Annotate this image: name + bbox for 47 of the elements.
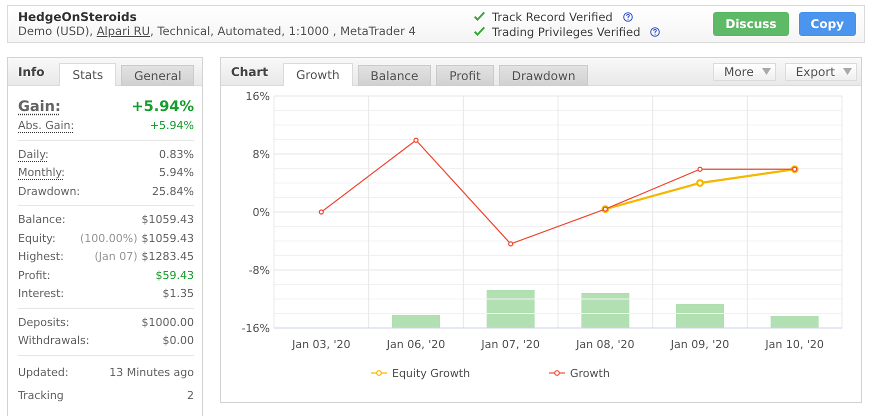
verification-label: Trading Privileges Verified bbox=[492, 24, 640, 38]
stat-label: Updated: bbox=[18, 364, 69, 380]
stat-label: Drawdown: bbox=[18, 184, 80, 200]
stat-label: Deposits: bbox=[18, 314, 70, 330]
stat-value: 5.94% bbox=[159, 165, 194, 181]
account-details: Demo (USD), Alpari RU, Technical, Automated, 1:1000 , MetaTrader 4 bbox=[18, 24, 417, 38]
stat-label: Daily: bbox=[18, 146, 49, 162]
stat-value: $59.43 bbox=[156, 268, 194, 284]
axis-label: 0% bbox=[252, 206, 270, 219]
axis-label: Jan 03, '20 bbox=[292, 338, 351, 351]
stat-value: 2 bbox=[187, 388, 194, 404]
stat-value: $1059.43 bbox=[142, 212, 194, 228]
axis-label: Jan 08, '20 bbox=[576, 338, 635, 351]
stat-note: (Jan 07) bbox=[94, 249, 138, 265]
verification-label: Track Record Verified bbox=[492, 10, 613, 24]
stat-label: Profit: bbox=[18, 268, 50, 284]
panel-title: Info bbox=[18, 64, 44, 78]
stat-value: $1.35 bbox=[162, 286, 194, 302]
stat-value: $1283.45 bbox=[142, 249, 194, 265]
stat-label: Tracking bbox=[18, 388, 64, 404]
stat-note: (100.00%) bbox=[80, 230, 138, 246]
system-title: HedgeOnSteroids bbox=[18, 10, 138, 24]
stat-value: +5.94% bbox=[132, 98, 194, 117]
stat-label: Highest: bbox=[18, 249, 64, 265]
stat-label: Interest: bbox=[18, 286, 64, 302]
axis-label: Jan 07, '20 bbox=[481, 338, 540, 351]
stat-label: Equity: bbox=[18, 230, 56, 246]
stat-label: Abs. Gain: bbox=[18, 118, 74, 134]
stat-value: $1000.00 bbox=[142, 314, 194, 330]
axis-label: Jan 06, '20 bbox=[386, 338, 446, 351]
stat-value: $0.00 bbox=[162, 333, 194, 349]
stat-value: $1059.43 bbox=[142, 230, 194, 246]
axis-label: 16% bbox=[246, 90, 270, 103]
axis-label: -8% bbox=[248, 264, 270, 277]
stat-label: Gain: bbox=[18, 98, 61, 117]
axis-label: Jan 10, '20 bbox=[765, 338, 824, 351]
stat-value: +5.94% bbox=[150, 118, 194, 134]
stat-label: Balance: bbox=[18, 212, 66, 228]
axis-label: Jan 09, '20 bbox=[670, 338, 730, 351]
stat-label: Monthly: bbox=[18, 165, 65, 181]
stat-value: 0.83% bbox=[159, 146, 194, 162]
stat-value: 13 Minutes ago bbox=[109, 364, 194, 380]
axis-label: -16% bbox=[242, 322, 270, 335]
stat-value: 25.84% bbox=[152, 184, 194, 200]
axis-label: 8% bbox=[252, 148, 270, 161]
stat-label: Withdrawals: bbox=[18, 333, 90, 349]
panel-title: Chart bbox=[231, 64, 268, 78]
